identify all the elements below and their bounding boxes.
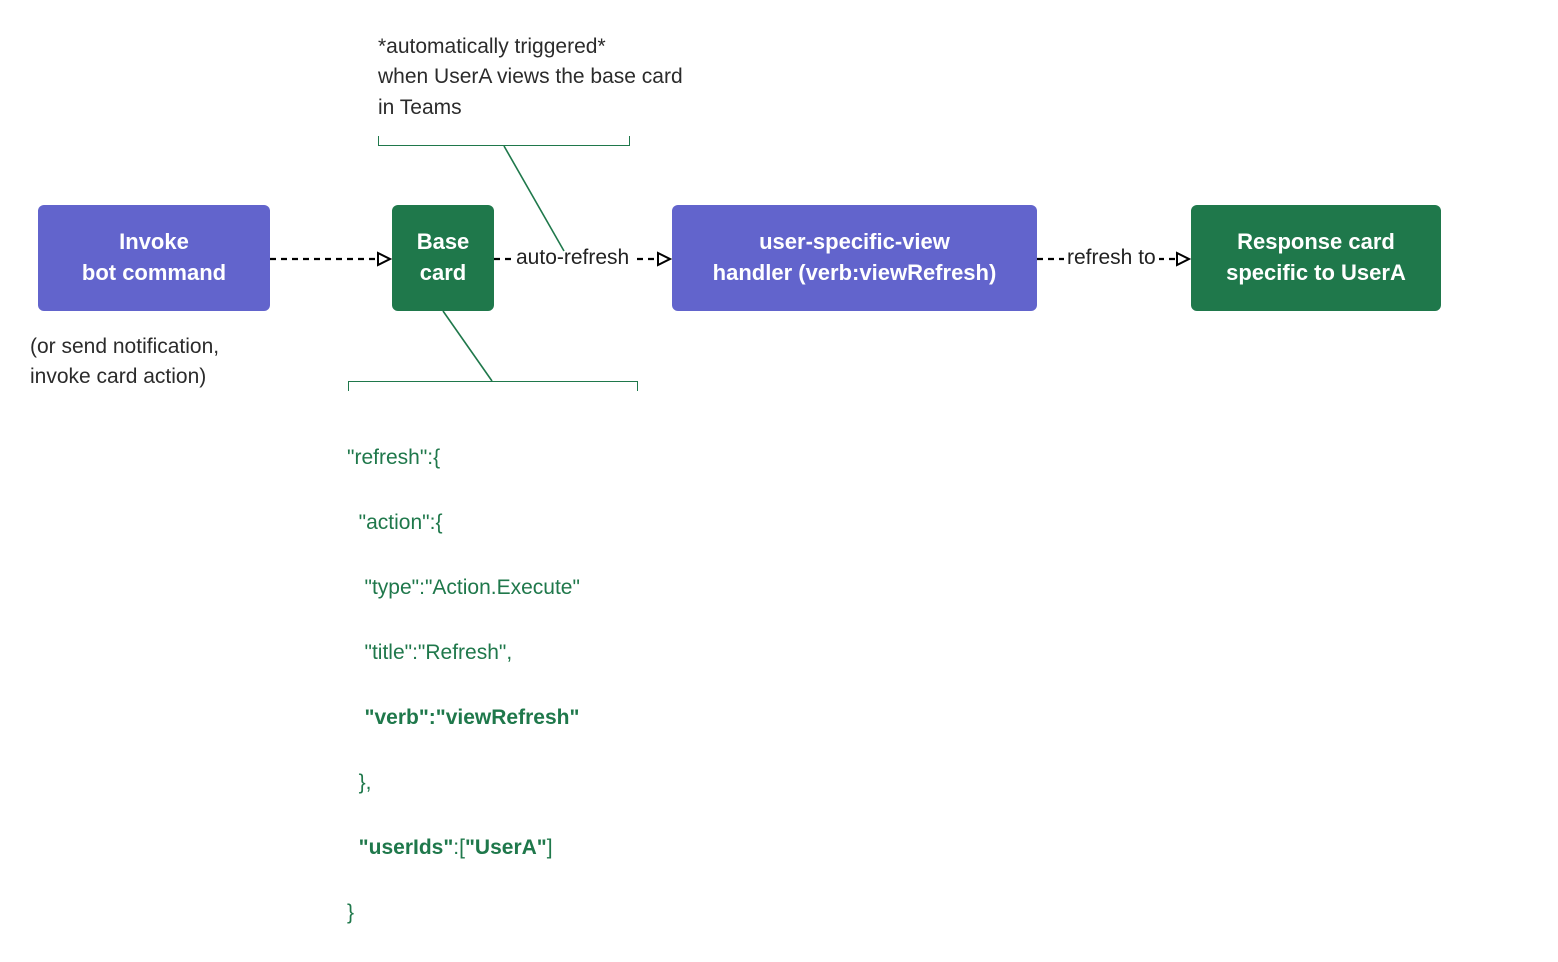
invoke-line1: Invoke [82, 227, 226, 258]
code-l5: "verb":"viewRefresh" [347, 702, 580, 735]
invoke-command-box: Invoke bot command [38, 205, 270, 311]
top-caption-l1: *automatically triggered* [378, 32, 683, 62]
base-line1: Base [417, 227, 470, 258]
top-caption: *automatically triggered* when UserA vie… [378, 32, 683, 123]
code-l1: "refresh":{ [347, 442, 580, 475]
arrow-invoke-to-base [270, 252, 390, 272]
code-l3: "type":"Action.Execute" [347, 572, 580, 605]
top-bracket [378, 136, 630, 146]
refresh-to-label: refresh to [1064, 246, 1159, 270]
bottom-bracket [348, 381, 638, 391]
handler-box: user-specific-view handler (verb:viewRef… [672, 205, 1037, 311]
code-l7: "userIds":["UserA"] [347, 832, 580, 865]
bottom-caption-l2: invoke card action) [30, 362, 219, 392]
response-card-box: Response card specific to UserA [1191, 205, 1441, 311]
code-l8: } [347, 897, 580, 930]
refresh-code-block: "refresh":{ "action":{ "type":"Action.Ex… [347, 409, 580, 962]
bottom-caption: (or send notification, invoke card actio… [30, 332, 219, 393]
base-line2: card [417, 258, 470, 289]
code-l2: "action":{ [347, 507, 580, 540]
top-caption-l3: in Teams [378, 93, 683, 123]
top-bracket-stem [504, 146, 574, 256]
response-line2: specific to UserA [1226, 258, 1406, 289]
invoke-line2: bot command [82, 258, 226, 289]
top-caption-l2: when UserA views the base card [378, 62, 683, 92]
handler-line1: user-specific-view [713, 227, 997, 258]
response-line1: Response card [1226, 227, 1406, 258]
base-card-box: Base card [392, 205, 494, 311]
bottom-caption-l1: (or send notification, [30, 332, 219, 362]
code-l6: }, [347, 767, 580, 800]
code-l4: "title":"Refresh", [347, 637, 580, 670]
bottom-bracket-stem [440, 311, 510, 386]
handler-line2: handler (verb:viewRefresh) [713, 258, 997, 289]
